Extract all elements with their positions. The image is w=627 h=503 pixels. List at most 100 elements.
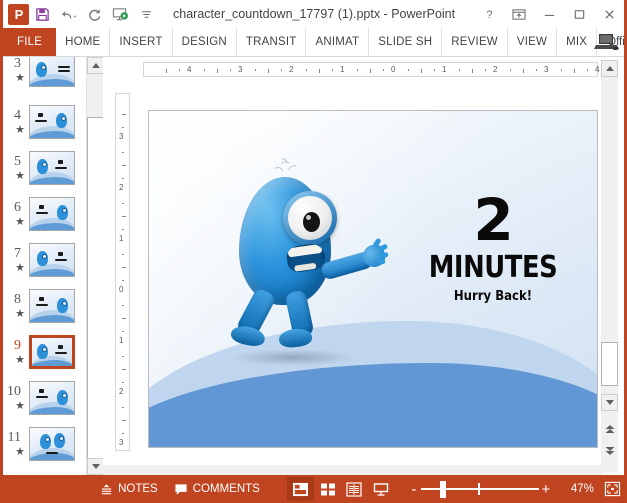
save-icon[interactable]	[29, 1, 55, 27]
chevron-up-icon	[91, 63, 100, 68]
animation-star-icon: ★	[15, 445, 25, 458]
zoom-out-button[interactable]: -	[407, 482, 421, 497]
next-slide-button[interactable]	[601, 442, 618, 459]
thumbnail-number: 3	[14, 57, 21, 71]
tab-file[interactable]: FILE	[3, 28, 57, 56]
thumbnail-slide-11[interactable]: 11 ★	[3, 415, 85, 473]
character-foot-front	[278, 327, 313, 349]
ruler-tick: 2	[493, 65, 498, 74]
notes-button[interactable]: NOTES	[92, 475, 166, 503]
character-eye	[283, 191, 337, 245]
ribbon-display-options-button[interactable]	[504, 0, 534, 28]
status-bar: NOTES COMMENTS - + 47%	[3, 475, 624, 503]
tab-view[interactable]: VIEW	[508, 28, 558, 56]
help-button[interactable]: ?	[474, 0, 504, 28]
redo-icon[interactable]	[81, 1, 107, 27]
tab-design[interactable]: DESIGN	[173, 28, 237, 56]
countdown-unit[interactable]: MINUTES	[416, 253, 571, 283]
comments-label: COMMENTS	[192, 483, 260, 495]
reading-view-button[interactable]	[341, 477, 368, 501]
ruler-tick: 2	[289, 65, 294, 74]
character-shadow	[231, 349, 355, 366]
thumbnail-number-wrap: 6 ★	[3, 199, 29, 228]
tab-home[interactable]: HOME	[56, 28, 111, 56]
character-eye-white	[288, 196, 332, 240]
scroll-down-button[interactable]	[87, 458, 104, 475]
start-slideshow-icon[interactable]	[107, 1, 133, 27]
ruler-tick: 3	[119, 438, 124, 447]
ruler-tick: 3	[238, 65, 243, 74]
thumbnail-image	[29, 289, 75, 323]
slide-thumbnail-pane[interactable]: 3 ★ 4 ★ 5 ★ 6 ★ 7 ★ 8 ★ 9 ★ 10 ★ 11 ★	[3, 57, 85, 475]
countdown-subtitle[interactable]: Hurry Back!	[430, 289, 556, 304]
slide-sorter-view-button[interactable]	[314, 477, 341, 501]
thumbnail-number-wrap: 8 ★	[3, 291, 29, 320]
minimize-button[interactable]	[534, 0, 564, 28]
comments-button[interactable]: COMMENTS	[166, 475, 268, 503]
scroll-up-button[interactable]	[87, 57, 104, 74]
chevron-down-icon	[91, 464, 100, 469]
close-button[interactable]	[594, 0, 624, 28]
zoom-slider[interactable]	[420, 481, 539, 498]
scroll-down-button[interactable]	[601, 394, 618, 411]
maximize-button[interactable]	[564, 0, 594, 28]
thumbnail-number-wrap: 10 ★	[3, 384, 29, 412]
powerpoint-window: P character_countdown_17797 (1).pptx - P…	[0, 0, 627, 503]
zoom-level-label[interactable]: 47%	[562, 483, 594, 495]
chevron-up-icon	[605, 66, 614, 71]
animation-star-icon: ★	[15, 123, 25, 136]
ribbon-tabs: FILE HOME INSERT DESIGN TRANSIT ANIMAT S…	[3, 28, 624, 56]
previous-slide-button[interactable]	[601, 420, 618, 437]
thumbnail-image	[29, 381, 75, 415]
thumbnail-number: 6	[14, 199, 21, 215]
ruler-tick: 4	[595, 65, 600, 74]
zoom-control[interactable]: - + 47%	[407, 475, 594, 503]
thumbnail-pane-scrollbar[interactable]	[86, 57, 104, 475]
tab-review[interactable]: REVIEW	[442, 28, 508, 56]
thumbnail-image	[29, 105, 75, 139]
fit-to-window-icon	[604, 481, 621, 497]
ruler-tick: 3	[119, 132, 124, 141]
animation-star-icon: ★	[15, 71, 25, 84]
scroll-up-button[interactable]	[601, 60, 618, 77]
tab-mix[interactable]: MIX	[557, 28, 598, 56]
zoom-slider-track	[420, 488, 539, 490]
tab-animations[interactable]: ANIMAT	[306, 28, 370, 56]
slide-editor-area: 4 3 2 1 0 1 2 3 4 3 2 1 0 1 2 3 2 MINUTE…	[103, 57, 624, 475]
vertical-ruler[interactable]: 3 2 1 0 1 2 3	[115, 93, 130, 451]
undo-icon[interactable]	[55, 1, 81, 27]
fit-slide-to-window-button[interactable]	[601, 477, 624, 501]
tab-insert[interactable]: INSERT	[110, 28, 173, 56]
normal-view-button[interactable]	[287, 477, 315, 501]
window-controls: ?	[474, 0, 624, 28]
countdown-number[interactable]: 2	[423, 191, 563, 249]
ruler-tick: 1	[442, 65, 447, 74]
thumbnail-number: 11	[7, 429, 21, 445]
quick-access-toolbar: P	[3, 0, 159, 28]
tab-transitions[interactable]: TRANSIT	[237, 28, 307, 56]
scrollbar-thumb[interactable]	[87, 117, 104, 459]
ruler-tick: 2	[119, 183, 124, 192]
thumbnail-image	[29, 151, 75, 185]
svg-text:?: ?	[486, 9, 492, 21]
animation-star-icon: ★	[15, 353, 25, 366]
account-avatar[interactable]	[594, 31, 620, 53]
thumbnail-image	[29, 335, 75, 369]
customize-qat-icon[interactable]	[133, 1, 159, 27]
scrollbar-thumb[interactable]	[601, 342, 618, 386]
slide-scrollbar[interactable]	[601, 60, 618, 472]
slide-show-button[interactable]	[368, 477, 395, 501]
ruler-tick: 1	[119, 234, 124, 243]
thumbnail-number: 8	[14, 291, 21, 307]
monster-character-image[interactable]	[217, 149, 389, 384]
zoom-slider-handle[interactable]	[439, 481, 446, 498]
ruler-tick: 0	[391, 65, 396, 74]
window-title: character_countdown_17797 (1).pptx - Pow…	[173, 7, 456, 21]
horizontal-scrollbar[interactable]	[103, 465, 603, 475]
ruler-tick: 4	[187, 65, 192, 74]
tab-slide-show[interactable]: SLIDE SH	[369, 28, 443, 56]
thumbnail-image	[29, 243, 75, 277]
slide-canvas[interactable]: 2 MINUTES Hurry Back!	[148, 110, 598, 448]
horizontal-ruler[interactable]: 4 3 2 1 0 1 2 3 4	[143, 62, 600, 77]
zoom-in-button[interactable]: +	[539, 482, 553, 497]
